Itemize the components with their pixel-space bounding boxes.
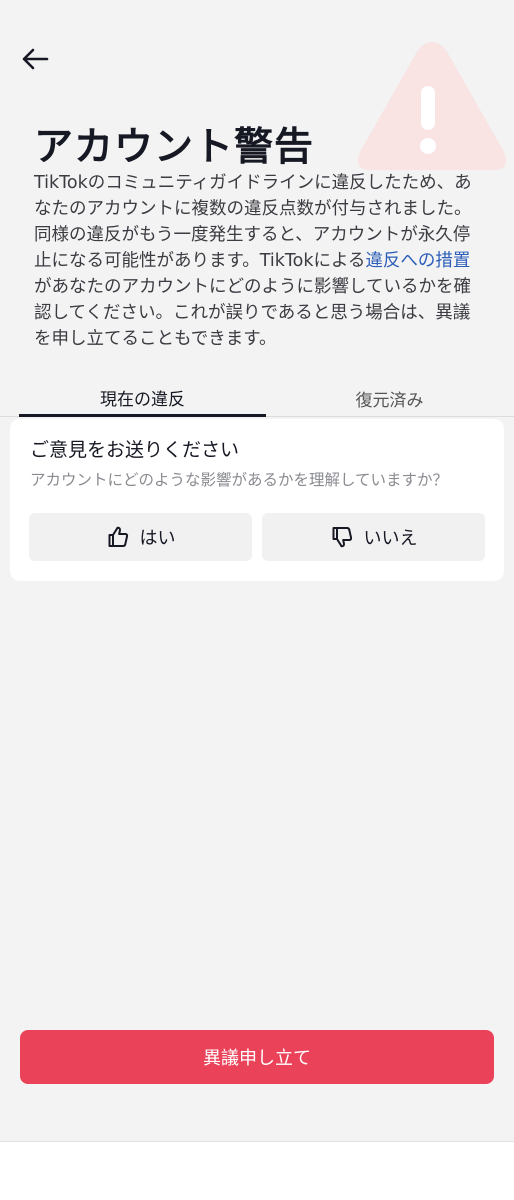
yes-label: はい [139,528,176,549]
appeal-button[interactable]: 異議申し立て [20,1030,494,1084]
feedback-question: アカウントにどのような影響があるかを理解していますか？ [30,471,449,489]
page-description: TikTokのコミュニティガイドラインに違反したため、あなたのアカウントに複数の… [34,170,486,352]
no-button[interactable]: いいえ [262,513,485,561]
back-button[interactable] [18,44,52,78]
violation-measures-link[interactable]: 違反への措置 [365,251,470,271]
violation-tabs: 現在の違反 復元済み [0,380,514,417]
arrow-left-icon [21,48,49,74]
tab-restored[interactable]: 復元済み [266,380,513,417]
tab-current-violations[interactable]: 現在の違反 [19,380,266,417]
description-text-continued: があなたのアカウントにどのように影響しているかを確認してください。これが誤りであ… [34,277,471,349]
thumbs-down-icon [330,525,354,549]
thumbs-up-icon [106,525,130,549]
bottom-bar [0,1141,514,1200]
warning-triangle-icon [354,40,510,176]
feedback-card: ご意見をお送りください アカウントにどのような影響があるかを理解していますか？ … [10,419,504,581]
feedback-title: ご意見をお送りください [30,439,240,461]
yes-button[interactable]: はい [29,513,252,561]
no-label: いいえ [363,528,418,549]
page-title: アカウント警告 [34,125,315,170]
